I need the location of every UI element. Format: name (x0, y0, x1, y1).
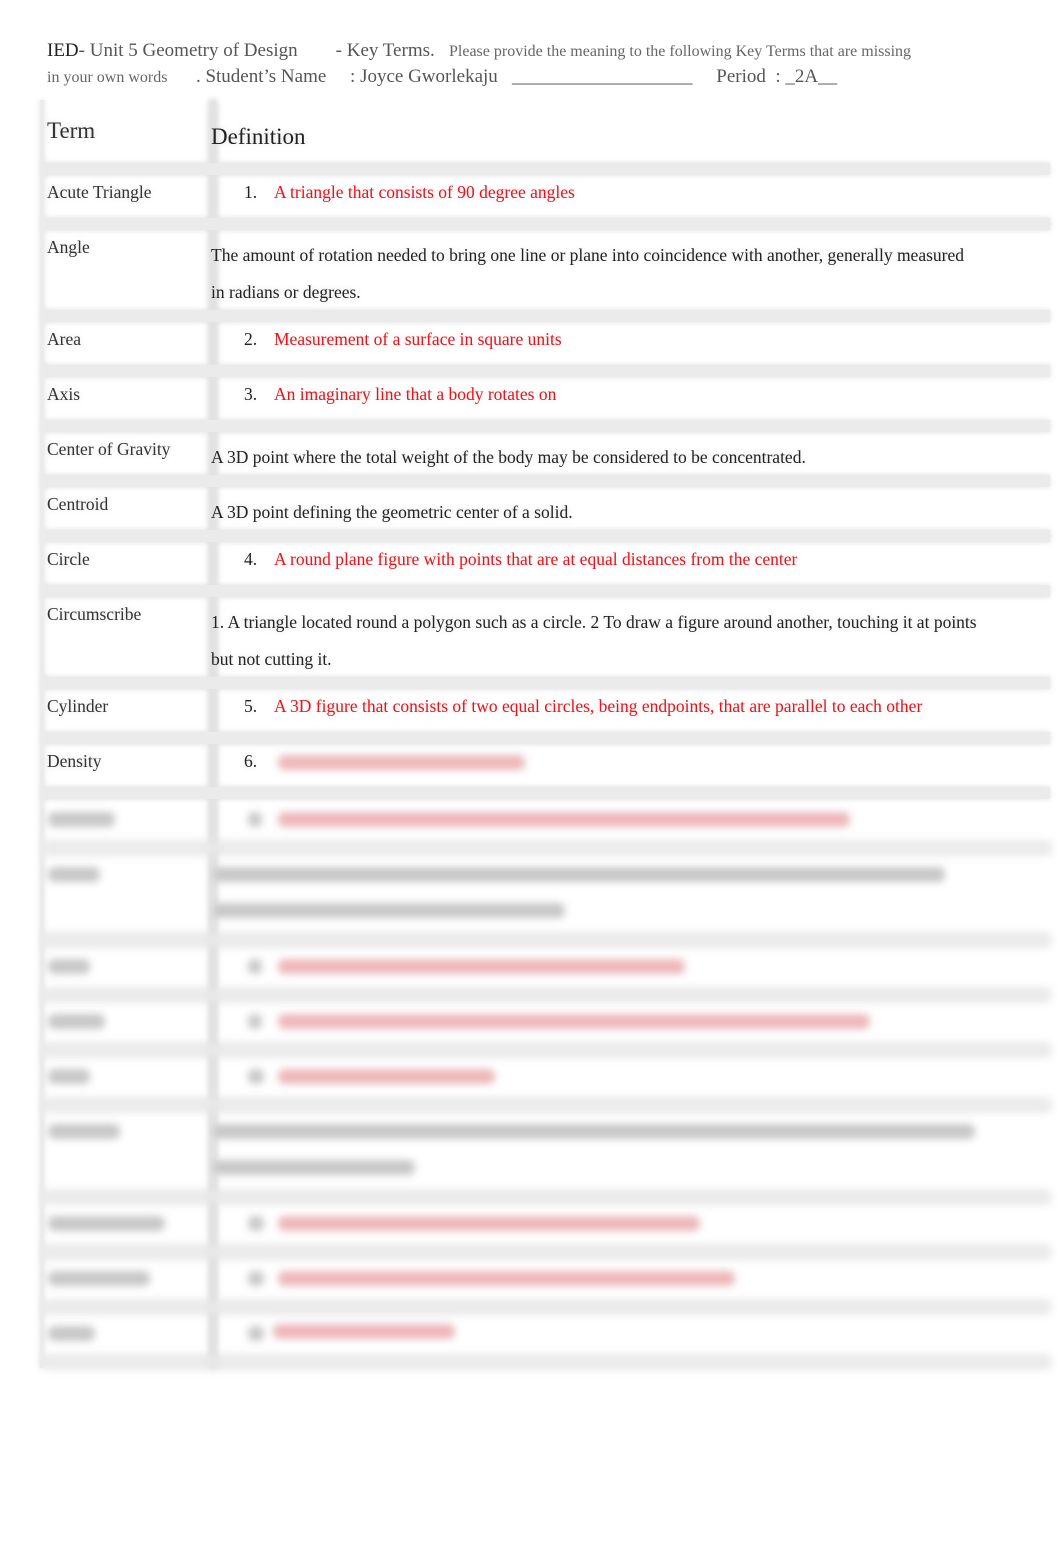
student-name-label: . Student’s Name (195, 66, 327, 87)
definition: A 3D point defining the geometric center… (211, 502, 573, 522)
item-number: 2. (244, 329, 258, 349)
item-number: 1. (244, 182, 258, 202)
period-value: : _2A__ (775, 66, 838, 87)
term: Circle (47, 549, 90, 569)
definition: A 3D point where the total weight of the… (211, 447, 806, 467)
definition: 1. A triangle located round a polygon su… (211, 612, 977, 669)
student-name: : Joyce Gworlekaju (350, 66, 498, 87)
term: Center of Gravity (47, 439, 171, 459)
table-row: Centroid A 3D point defining the geometri… (44, 487, 1050, 542)
table-row: Cylinder 5. A 3D figure that consists of t… (44, 689, 1050, 744)
term: Area (47, 329, 82, 349)
answer: An imaginary line that a body rotates on (274, 384, 557, 404)
blurred-rows (44, 799, 1050, 1368)
unit-title: - Unit 5 Geometry of Design (78, 40, 298, 61)
definition-header: Definition (211, 124, 306, 149)
term: Circumscribe (47, 604, 142, 624)
term: Density (47, 751, 102, 771)
table-row: Circumscribe 1. A triangle located round … (44, 597, 1050, 689)
course-code: IED (47, 40, 79, 61)
answer: A triangle that consists of 90 degree an… (274, 182, 575, 202)
definition: The amount of rotation needed to bring o… (211, 245, 964, 302)
document-header: IED- Unit 5 Geometry of Design - Key Ter… (47, 38, 1027, 90)
term: Angle (47, 237, 90, 257)
period-label: Period (716, 66, 766, 87)
table-row: Acute Triangle 1. A triangle that consists… (44, 175, 1050, 230)
answer: A 3D figure that consists of two equal c… (274, 696, 923, 716)
instruction: Please provide the meaning to the follow… (449, 43, 912, 60)
instruction-cont: in your own words (47, 69, 168, 86)
answer: A round plane figure with points that ar… (274, 549, 798, 569)
item-number: 4. (244, 549, 258, 569)
answer: Measurement of a surface in square units (274, 329, 562, 349)
term: Acute Triangle (47, 182, 152, 202)
table-row: Area 2. Measurement of a surface in square… (44, 322, 1050, 377)
item-number: 3. (244, 384, 258, 404)
table-row: Axis 3. An imaginary line that a body rota… (44, 377, 1050, 432)
table-row: Angle The amount of rotation needed to br… (44, 230, 1050, 322)
term: Axis (47, 384, 81, 404)
term-header: Term (47, 118, 96, 143)
term: Centroid (47, 494, 109, 514)
table-header: Term Definition (44, 100, 1050, 175)
table-row: Center of Gravity A 3D point where the to… (44, 432, 1050, 487)
key-terms-table: Term Definition Acute Triangle 1. A triang… (40, 100, 1050, 1368)
table-row: Circle 4. A round plane figure with points… (44, 542, 1050, 597)
term: Cylinder (47, 696, 109, 716)
name-blank: ___________________ (512, 66, 693, 87)
item-number: 6. (244, 751, 258, 771)
key-terms-label: - Key Terms. (335, 40, 435, 61)
item-number: 5. (244, 696, 258, 716)
table-row: Density 6. (44, 744, 1050, 799)
